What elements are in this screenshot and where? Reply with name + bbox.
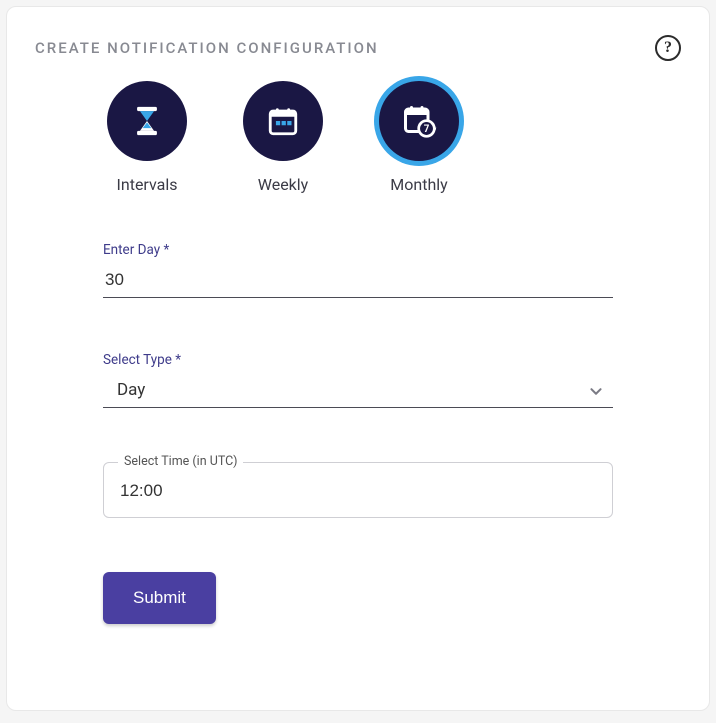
tab-label: Weekly xyxy=(258,175,309,194)
tab-label: Monthly xyxy=(390,175,447,194)
time-input[interactable] xyxy=(120,481,596,501)
card-header: CREATE NOTIFICATION CONFIGURATION ? xyxy=(7,7,709,61)
card-body[interactable]: Intervals Weekly xyxy=(7,67,709,700)
calendar-month-icon: 7 xyxy=(379,81,459,161)
day-input[interactable] xyxy=(103,264,613,298)
calendar-week-icon xyxy=(243,81,323,161)
type-label: Select Type * xyxy=(103,352,613,368)
config-form: Enter Day * Select Type * Day Select Tim… xyxy=(35,242,681,624)
svg-text:7: 7 xyxy=(424,124,430,135)
tab-label: Intervals xyxy=(117,175,178,194)
type-select[interactable]: Day xyxy=(103,374,613,408)
time-label: Select Time (in UTC) xyxy=(118,454,243,469)
day-label: Enter Day * xyxy=(103,242,613,258)
tab-intervals[interactable]: Intervals xyxy=(107,81,187,194)
tab-weekly[interactable]: Weekly xyxy=(243,81,323,194)
day-field: Enter Day * xyxy=(103,242,613,298)
tab-monthly[interactable]: 7 Monthly xyxy=(379,81,459,194)
type-field: Select Type * Day xyxy=(103,352,613,408)
card-title: CREATE NOTIFICATION CONFIGURATION xyxy=(35,39,379,57)
notification-config-card: CREATE NOTIFICATION CONFIGURATION ? Inte… xyxy=(6,6,710,711)
frequency-tabs: Intervals Weekly xyxy=(35,81,681,194)
submit-button[interactable]: Submit xyxy=(103,572,216,624)
help-icon[interactable]: ? xyxy=(655,35,681,61)
hourglass-icon xyxy=(107,81,187,161)
time-field: Select Time (in UTC) xyxy=(103,462,613,518)
